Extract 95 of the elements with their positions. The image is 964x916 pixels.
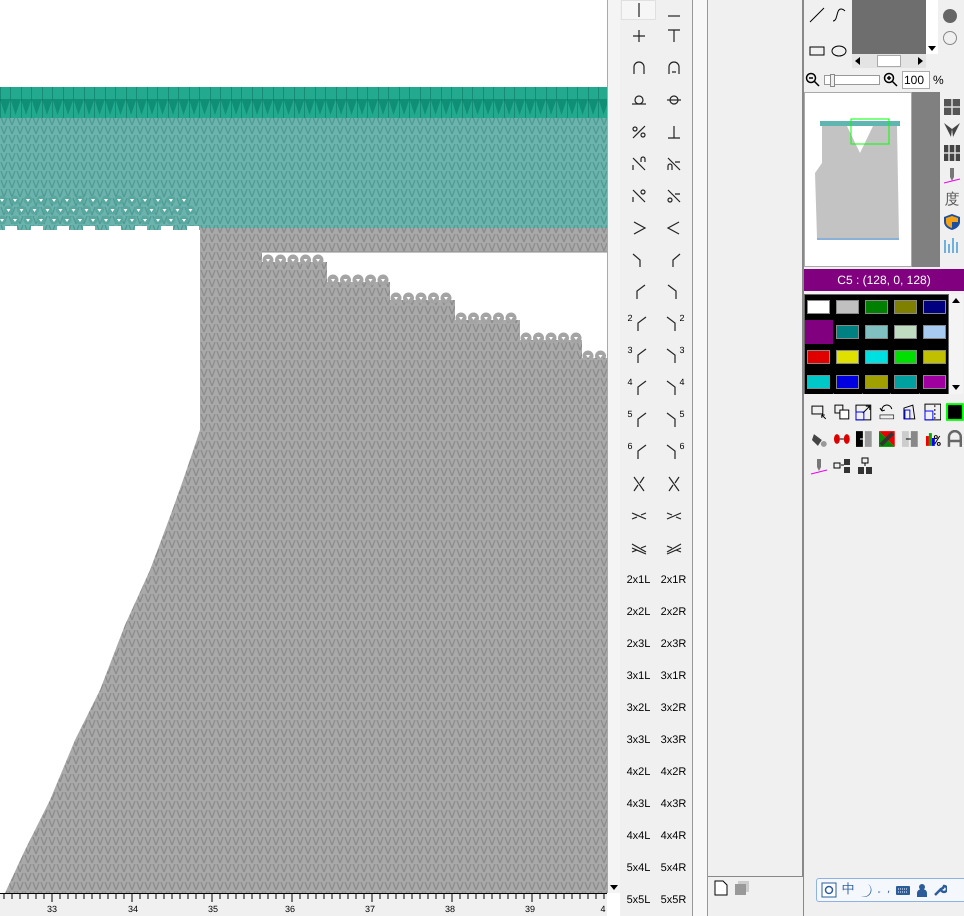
mirror-icon[interactable] <box>924 403 942 421</box>
zoom-out-icon[interactable] <box>805 72 821 88</box>
scroll-left-arrow-icon[interactable] <box>854 56 862 66</box>
current-color-bar: C5 : (128, 0, 128) <box>804 269 964 291</box>
color-swatch[interactable] <box>922 375 946 389</box>
canvas-scrollbar[interactable] <box>607 0 620 893</box>
cable-symbol-label[interactable]: 3x1R <box>660 668 686 684</box>
color-swatch[interactable] <box>864 325 888 339</box>
cable-symbol-label[interactable]: 2x1R <box>660 572 686 588</box>
color-swatch[interactable] <box>836 325 860 339</box>
insert-column-icon[interactable] <box>833 457 851 475</box>
moon-icon[interactable] <box>860 883 872 897</box>
wrench-icon[interactable] <box>933 883 948 897</box>
filled-circle-icon[interactable] <box>942 8 958 24</box>
color-swatch[interactable] <box>922 350 946 364</box>
color-swatch[interactable] <box>836 375 860 389</box>
color-swatch[interactable] <box>894 375 917 389</box>
needle-icon[interactable] <box>943 167 961 185</box>
zoom-slider-thumb[interactable] <box>830 74 835 87</box>
grid-icon[interactable] <box>943 144 961 162</box>
cable-symbol-label[interactable]: 5x5L <box>626 892 650 908</box>
ruler-label: 36 <box>285 904 295 914</box>
cable-symbol-label[interactable]: 2x2R <box>660 604 686 620</box>
color-swatch[interactable] <box>836 300 860 314</box>
color-swatch[interactable] <box>805 320 833 344</box>
color-swatch[interactable] <box>836 350 860 364</box>
color-swatch-icon[interactable] <box>946 403 964 421</box>
ruler-label: 35 <box>208 904 218 914</box>
cable-symbol-label[interactable]: 4x4L <box>626 828 650 844</box>
split-fill-icon[interactable] <box>855 430 874 448</box>
input-method-icon[interactable] <box>821 882 837 898</box>
color-swatch[interactable] <box>922 300 946 314</box>
needle-icon[interactable] <box>810 457 828 475</box>
ruler-label: 4 <box>600 904 606 914</box>
ruler-label: 33 <box>47 904 57 914</box>
copy-icon[interactable] <box>832 403 850 421</box>
cable-symbol-label[interactable]: 2x2L <box>626 604 650 620</box>
letter-icon[interactable] <box>946 430 964 448</box>
ruler-label: 37 <box>365 904 375 914</box>
ruler-label: 34 <box>128 904 138 914</box>
selected-symbol-cell[interactable] <box>621 0 656 20</box>
palette-scrollbar[interactable] <box>692 0 708 916</box>
grid-icon[interactable] <box>943 98 961 116</box>
cable-symbol-label[interactable]: 5x4L <box>626 860 650 876</box>
cable-symbol-label[interactable]: 3x3L <box>626 732 650 748</box>
cable-symbol-label[interactable]: 3x2R <box>660 700 686 716</box>
color-chart-icon[interactable] <box>924 430 942 448</box>
color-swatch[interactable] <box>864 300 888 314</box>
color-swatch[interactable] <box>922 325 946 339</box>
zoom-in-icon[interactable] <box>883 72 899 88</box>
insert-row-icon[interactable] <box>856 457 874 475</box>
user-icon[interactable] <box>916 883 928 897</box>
cable-symbol-label[interactable]: 2x3R <box>660 636 686 652</box>
color-swatch[interactable] <box>894 350 917 364</box>
cable-symbol-label[interactable]: 2x1L <box>626 572 650 588</box>
ruler-label: 38 <box>445 904 455 914</box>
cable-symbol-label[interactable]: 3x3R <box>660 732 686 748</box>
color-swatch[interactable] <box>864 350 888 364</box>
ruler-label: 39 <box>525 904 535 914</box>
cable-symbol-label[interactable]: 2x3L <box>626 636 650 652</box>
keyboard-icon[interactable] <box>895 884 912 896</box>
horizontal-scrollbar[interactable] <box>852 54 926 68</box>
zoom-field[interactable]: 100 <box>902 71 930 89</box>
cable-symbol-label[interactable]: 4x3L <box>626 796 650 812</box>
cable-symbol-label[interactable]: 5x5R <box>660 892 686 908</box>
color-swatch[interactable] <box>894 300 917 314</box>
color-swatch[interactable] <box>807 350 830 364</box>
cable-symbol-label[interactable]: 3x1L <box>626 668 650 684</box>
cable-symbol-label[interactable]: 3x2L <box>626 700 650 716</box>
cable-symbol-label[interactable]: 4x3R <box>660 796 686 812</box>
curve-tool-icon[interactable] <box>830 6 848 24</box>
color-swatch[interactable] <box>807 300 830 314</box>
scroll-up-arrow-icon[interactable] <box>951 296 961 304</box>
color-swatch[interactable] <box>807 375 830 389</box>
degree-label[interactable]: 度 <box>944 190 960 208</box>
percent-label: % <box>933 72 944 89</box>
language-toggle[interactable]: 中 <box>842 882 855 898</box>
scroll-down-arrow-icon[interactable] <box>951 384 961 392</box>
cable-symbol-label[interactable]: 4x2R <box>660 764 686 780</box>
select-icon[interactable] <box>810 403 828 421</box>
color-swatch[interactable] <box>894 325 917 339</box>
punctuation-toggle[interactable]: 。, <box>877 884 890 896</box>
color-swatch[interactable] <box>864 375 888 389</box>
line-tool-icon[interactable] <box>808 6 826 24</box>
scroll-right-arrow-icon[interactable] <box>916 56 924 66</box>
new-file-icon[interactable] <box>714 880 728 896</box>
cable-symbol-label[interactable]: 4x4R <box>660 828 686 844</box>
stitch-view-icon[interactable] <box>943 121 961 139</box>
vertical-scrollbar[interactable] <box>926 0 938 54</box>
shield-icon[interactable] <box>943 213 961 231</box>
rotate-icon[interactable] <box>878 403 896 421</box>
cable-symbol-label[interactable]: 4x2L <box>626 764 650 780</box>
palette-scrollbar[interactable] <box>949 294 963 394</box>
resize-icon[interactable] <box>855 403 874 421</box>
cable-symbol-label[interactable]: 5x4R <box>660 860 686 876</box>
